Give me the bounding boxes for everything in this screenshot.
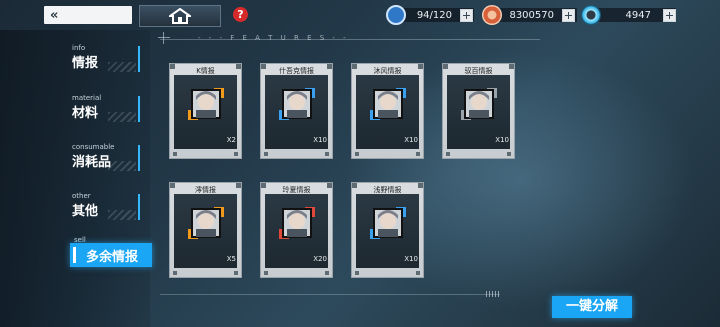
sidebar-item-en: other bbox=[72, 192, 91, 200]
sidebar-marker bbox=[138, 194, 140, 220]
sidebar-item-sell[interactable]: 多余情报 bbox=[70, 243, 152, 267]
sidebar-item-info[interactable]: info 情报 bbox=[60, 44, 142, 80]
stripe-decoration bbox=[108, 210, 136, 220]
item-card[interactable]: 驭百情报 X10 bbox=[442, 63, 515, 159]
corner-decoration bbox=[446, 152, 450, 156]
corner-decoration bbox=[234, 152, 238, 156]
sidebar-marker bbox=[138, 145, 140, 171]
back-button[interactable]: « bbox=[44, 6, 132, 24]
corner-decoration bbox=[325, 152, 329, 156]
item-count: X10 bbox=[495, 136, 509, 144]
sidebar-item-label: 材料 bbox=[72, 106, 99, 121]
character-portrait-icon bbox=[370, 207, 406, 239]
add-stamina-button[interactable] bbox=[460, 8, 473, 22]
add-gear-currency-button[interactable] bbox=[663, 8, 676, 22]
home-icon bbox=[169, 8, 191, 24]
character-portrait-icon bbox=[279, 88, 315, 120]
stamina-value: 94/120 bbox=[416, 9, 452, 21]
coin-value: 8300570 bbox=[509, 9, 554, 21]
coin-icon bbox=[482, 5, 502, 25]
stripe-decoration bbox=[108, 161, 136, 171]
item-count: X5 bbox=[226, 255, 236, 263]
item-count: X10 bbox=[404, 136, 418, 144]
item-card[interactable]: 什吾克情报 X10 bbox=[260, 63, 333, 159]
corner-decoration bbox=[355, 152, 359, 156]
corner-decoration bbox=[173, 271, 177, 275]
character-portrait-icon bbox=[279, 207, 315, 239]
item-card[interactable]: 浅野情报 X10 bbox=[351, 182, 424, 278]
coin-resource: 8300570 bbox=[482, 5, 577, 25]
sidebar-item-label: 消耗品 bbox=[72, 155, 112, 170]
corner-decoration bbox=[325, 271, 329, 275]
corner-decoration bbox=[507, 152, 511, 156]
back-chevron-icon: « bbox=[50, 7, 59, 23]
sidebar-item-label: 多余情报 bbox=[86, 250, 139, 265]
sidebar-item-en: consumable bbox=[72, 143, 115, 151]
active-indicator bbox=[73, 247, 76, 263]
sidebar-marker bbox=[138, 96, 140, 122]
character-portrait-icon bbox=[461, 88, 497, 120]
sidebar-item-material[interactable]: material 材料 bbox=[60, 94, 142, 130]
item-count: X2 bbox=[226, 136, 236, 144]
add-coin-button[interactable] bbox=[562, 8, 575, 22]
crosshair-decoration bbox=[158, 32, 170, 44]
character-portrait-icon bbox=[188, 207, 224, 239]
stamina-resource: 94/120 bbox=[386, 5, 474, 25]
item-count: X10 bbox=[313, 136, 327, 144]
help-button[interactable]: ? bbox=[233, 7, 248, 22]
item-card[interactable]: 玲夏情报 X20 bbox=[260, 182, 333, 278]
item-card[interactable]: K情报 X2 bbox=[169, 63, 242, 159]
gear-currency-value: 4947 bbox=[625, 9, 651, 21]
item-count: X10 bbox=[404, 255, 418, 263]
corner-decoration bbox=[355, 271, 359, 275]
features-label: - - - F E A T U R E S - - bbox=[198, 34, 349, 42]
sidebar-item-other[interactable]: other 其他 bbox=[60, 192, 142, 228]
sidebar-item-consumable[interactable]: consumable 消耗品 bbox=[60, 143, 142, 179]
corner-decoration bbox=[264, 152, 268, 156]
home-button[interactable] bbox=[139, 5, 221, 27]
stripe-decoration bbox=[108, 112, 136, 122]
item-count: X20 bbox=[313, 255, 327, 263]
sidebar-marker bbox=[138, 46, 140, 72]
corner-decoration bbox=[264, 271, 268, 275]
item-card[interactable]: 澪情报 X5 bbox=[169, 182, 242, 278]
dismantle-all-button[interactable]: 一键分解 bbox=[552, 296, 632, 318]
stripe-decoration bbox=[108, 62, 136, 72]
stamina-icon bbox=[386, 5, 406, 25]
sidebar-item-label: 情报 bbox=[72, 56, 99, 71]
sidebar-item-label: 其他 bbox=[72, 204, 99, 219]
corner-decoration bbox=[234, 271, 238, 275]
sidebar-item-en: info bbox=[72, 44, 86, 52]
bottom-divider bbox=[160, 294, 500, 295]
tick-decoration bbox=[486, 291, 500, 297]
gear-currency-resource: 4947 bbox=[581, 5, 676, 25]
gear-currency-icon bbox=[581, 5, 601, 25]
character-portrait-icon bbox=[188, 88, 224, 120]
sidebar-item-en: material bbox=[72, 94, 102, 102]
character-portrait-icon bbox=[370, 88, 406, 120]
corner-decoration bbox=[416, 271, 420, 275]
corner-decoration bbox=[173, 152, 177, 156]
item-card[interactable]: 沐风情报 X10 bbox=[351, 63, 424, 159]
corner-decoration bbox=[416, 152, 420, 156]
